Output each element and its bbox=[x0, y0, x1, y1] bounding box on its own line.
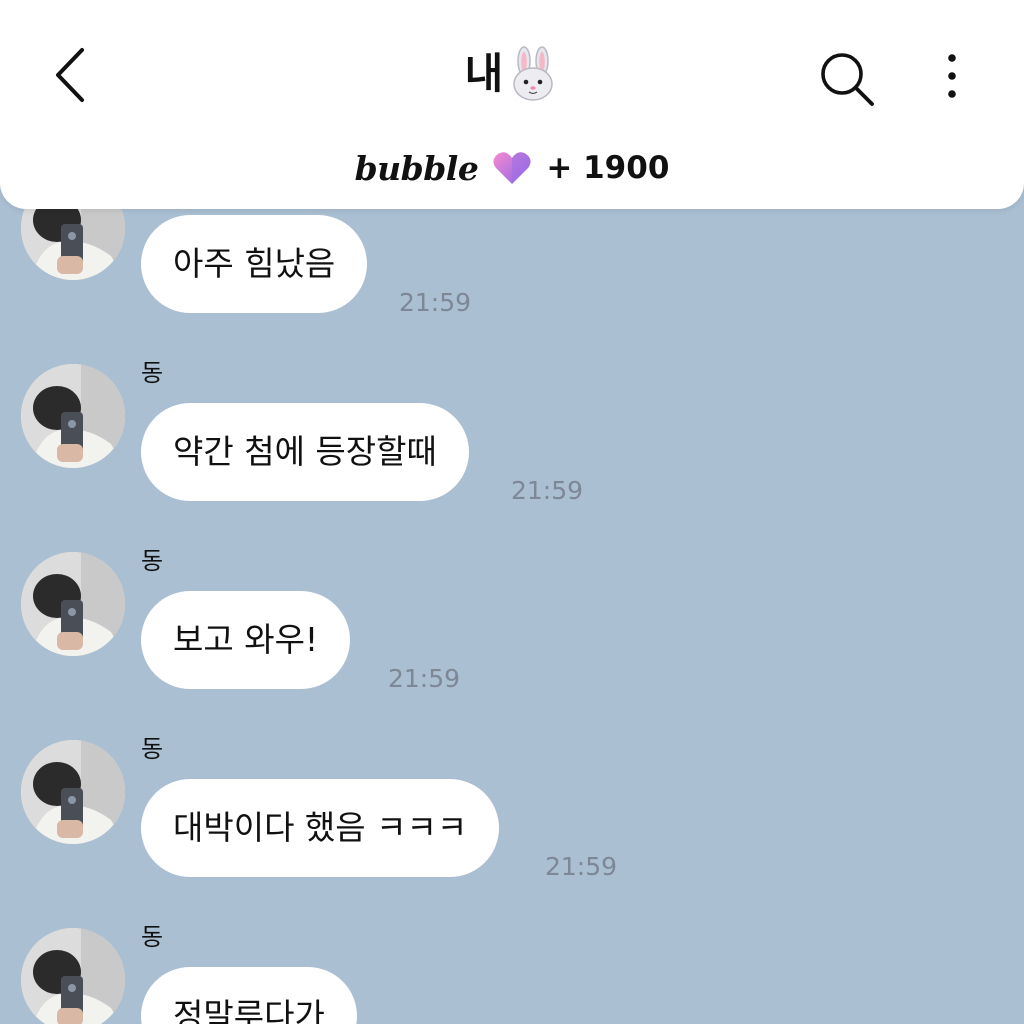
sender-name: 동 bbox=[141, 735, 164, 763]
avatar[interactable] bbox=[21, 364, 125, 468]
message-time: 21:59 bbox=[511, 476, 584, 505]
avatar[interactable] bbox=[21, 552, 125, 656]
message-bubble[interactable]: 약간 첨에 등장할때 bbox=[141, 403, 469, 501]
rabbit-face-icon bbox=[513, 46, 554, 101]
chat-header: 내 bubble + 1900 bbox=[0, 0, 1024, 209]
heart-gradient-icon bbox=[493, 152, 531, 184]
message-text: 보고 와우! bbox=[173, 620, 319, 659]
search-button[interactable] bbox=[816, 48, 878, 110]
avatar[interactable] bbox=[21, 928, 125, 1024]
message-bubble[interactable]: 보고 와우! bbox=[141, 591, 351, 689]
message-text: 약간 첨에 등장할때 bbox=[173, 432, 437, 471]
message-text: 아주 힘났음 bbox=[173, 244, 336, 283]
message-text: 정말루다가 bbox=[173, 996, 325, 1024]
bubble-bar[interactable]: bubble + 1900 bbox=[0, 143, 1024, 193]
avatar[interactable] bbox=[21, 740, 125, 844]
search-icon bbox=[821, 53, 874, 106]
message-time: 21:59 bbox=[399, 288, 472, 317]
message-time: 21:59 bbox=[545, 852, 618, 881]
sender-name: 동 bbox=[141, 359, 164, 387]
message-bubble[interactable]: 대박이다 했음 ㅋㅋㅋ bbox=[141, 779, 500, 877]
message-time: 21:59 bbox=[388, 664, 461, 693]
bubble-logo: bubble bbox=[354, 148, 479, 188]
title-text: 내 bbox=[464, 49, 504, 98]
message-text: 대박이다 했음 ㅋㅋㅋ bbox=[173, 808, 468, 847]
bubble-count: + 1900 bbox=[546, 150, 670, 186]
more-options-button[interactable] bbox=[930, 46, 974, 106]
message-bubble[interactable]: 아주 힘났음 bbox=[141, 215, 368, 313]
more-vertical-icon bbox=[948, 54, 956, 98]
sender-name: 동 bbox=[141, 547, 164, 575]
sender-name: 동 bbox=[141, 923, 164, 951]
message-bubble[interactable]: 정말루다가 bbox=[141, 967, 357, 1024]
